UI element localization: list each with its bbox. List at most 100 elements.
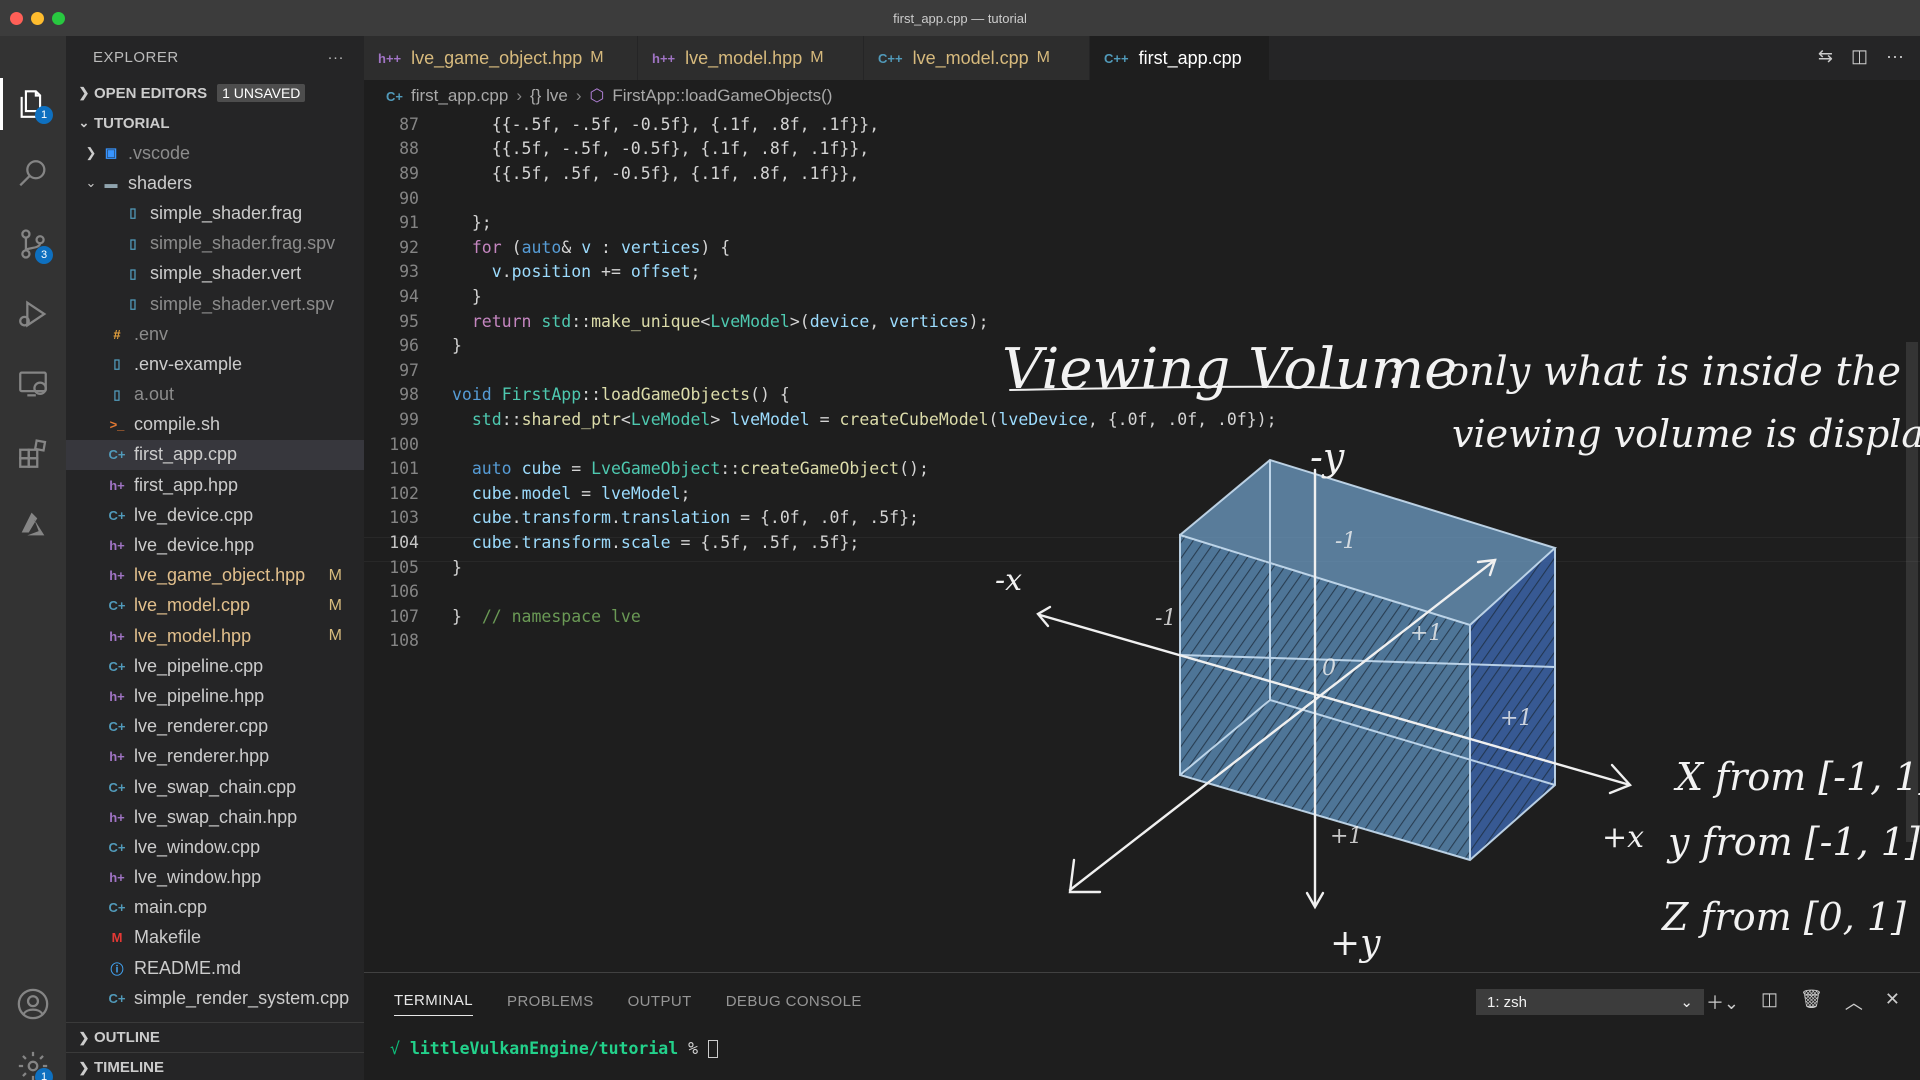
tab-lve-model-cpp[interactable]: C++ lve_model.cpp M: [864, 36, 1090, 80]
terminal-select-value: 1: zsh: [1487, 993, 1528, 1011]
tree-file[interactable]: ▯ simple_shader.frag: [66, 198, 364, 228]
tree-file[interactable]: >_ compile.sh: [66, 410, 364, 440]
tree-file-modified[interactable]: C+ lve_model.cpp M: [66, 591, 364, 621]
scrollbar-thumb[interactable]: [1906, 342, 1918, 842]
tree-folder-vscode[interactable]: ❯ ▣ .vscode: [66, 138, 364, 168]
tree-file[interactable]: C+ lve_renderer.cpp: [66, 712, 364, 742]
open-changes-icon[interactable]: ⇆: [1818, 46, 1833, 67]
tree-file[interactable]: h+ lve_device.hpp: [66, 530, 364, 560]
code-line[interactable]: 104 cube.transform.scale = {.5f, .5f, .5…: [364, 530, 859, 555]
new-terminal-icon[interactable]: ＋⌄: [1706, 989, 1739, 1015]
tab-first-app-cpp[interactable]: C++ first_app.cpp: [1090, 36, 1270, 80]
remote-explorer-icon[interactable]: [13, 364, 53, 404]
code-line[interactable]: 99 std::shared_ptr<LveModel> lveModel = …: [364, 407, 1276, 432]
tree-item-label: shaders: [128, 172, 193, 193]
maximize-panel-icon[interactable]: ︿: [1845, 989, 1863, 1015]
terminal-select[interactable]: 1: zsh ⌄: [1476, 989, 1704, 1015]
tree-file[interactable]: h+ lve_window.hpp: [66, 863, 364, 893]
tab-debug-console[interactable]: DEBUG CONSOLE: [726, 993, 862, 1010]
account-icon[interactable]: [13, 984, 53, 1024]
split-terminal-icon[interactable]: ◫: [1761, 989, 1778, 1015]
code-line[interactable]: 92 for (auto& v : vertices) {: [364, 235, 730, 260]
minimize-window-button[interactable]: [31, 12, 44, 25]
tree-item-label: .env-example: [134, 353, 243, 374]
terminal-prompt[interactable]: √ littleVulkanEngine/tutorial %: [390, 1039, 719, 1058]
code-line[interactable]: 94 }: [364, 284, 482, 309]
tree-file[interactable]: C+ lve_pipeline.cpp: [66, 651, 364, 681]
code-editor[interactable]: 87 {{-.5f, -.5f, -0.5f}, {.1f, .8f, .1f}…: [364, 112, 1920, 972]
code-line[interactable]: 97: [364, 358, 419, 383]
tree-file[interactable]: # .env: [66, 319, 364, 349]
prompt-check: √: [390, 1039, 400, 1058]
outline-section[interactable]: ❯ OUTLINE: [66, 1022, 364, 1052]
tree-file[interactable]: C+ main.cpp: [66, 893, 364, 923]
breadcrumb-file[interactable]: first_app.cpp: [411, 86, 508, 106]
tree-file-selected[interactable]: C+ first_app.cpp: [66, 439, 364, 471]
tree-file[interactable]: h+ lve_pipeline.hpp: [66, 681, 364, 711]
tree-file[interactable]: M Makefile: [66, 923, 364, 953]
code-line[interactable]: 96}: [364, 333, 462, 358]
code-line[interactable]: 105}: [364, 555, 462, 580]
extensions-icon[interactable]: [13, 434, 53, 474]
code-line[interactable]: 91 };: [364, 210, 492, 235]
breadcrumb-symbol[interactable]: FirstApp::loadGameObjects(): [612, 86, 832, 106]
run-debug-icon[interactable]: [13, 294, 53, 334]
tree-item-label: first_app.hpp: [134, 474, 239, 495]
code-line[interactable]: 100: [364, 432, 419, 457]
tree-file[interactable]: ▯ a.out: [66, 380, 364, 410]
tab-output[interactable]: OUTPUT: [628, 993, 692, 1010]
split-editor-icon[interactable]: ◫: [1851, 46, 1868, 67]
explorer-icon[interactable]: 1: [13, 84, 53, 124]
code-line[interactable]: 88 {{.5f, -.5f, -0.5f}, {.1f, .8f, .1f}}…: [364, 137, 869, 162]
code-line[interactable]: 90: [364, 186, 419, 211]
tree-file[interactable]: h+ lve_swap_chain.hpp: [66, 802, 364, 832]
tree-folder-shaders[interactable]: ⌄ ▬ shaders: [66, 168, 364, 198]
tree-file[interactable]: ▯ simple_shader.vert: [66, 259, 364, 289]
code-line[interactable]: 87 {{-.5f, -.5f, -0.5f}, {.1f, .8f, .1f}…: [364, 112, 879, 137]
open-editors-section[interactable]: ❯ OPEN EDITORS 1 UNSAVED: [66, 78, 364, 108]
trash-icon[interactable]: 🗑: [1800, 989, 1823, 1015]
timeline-section[interactable]: ❯ TIMELINE: [66, 1052, 364, 1080]
maximize-window-button[interactable]: [52, 12, 65, 25]
code-line[interactable]: 103 cube.transform.translation = {.0f, .…: [364, 506, 919, 531]
editor-scrollbar[interactable]: [1906, 112, 1920, 972]
tab-lve-game-object-hpp[interactable]: h++ lve_game_object.hpp M: [364, 36, 638, 80]
close-window-button[interactable]: [10, 12, 23, 25]
tab-terminal[interactable]: TERMINAL: [394, 992, 474, 1016]
line-number: 106: [389, 582, 419, 602]
tree-file[interactable]: C+ simple_render_system.cpp: [66, 983, 364, 1013]
tree-file[interactable]: ▯ simple_shader.frag.spv: [66, 229, 364, 259]
workspace-section[interactable]: ⌄ TUTORIAL: [66, 108, 364, 138]
code-line[interactable]: 106: [364, 579, 419, 604]
tree-file[interactable]: C+ lve_swap_chain.cpp: [66, 772, 364, 802]
tree-file[interactable]: C+ lve_window.cpp: [66, 832, 364, 862]
tree-file[interactable]: ▯ .env-example: [66, 349, 364, 379]
code-line[interactable]: 93 v.position += offset;: [364, 260, 700, 285]
settings-gear-icon[interactable]: 1: [13, 1046, 53, 1080]
code-line[interactable]: 98 void FirstApp::loadGameObjects() {: [364, 383, 790, 408]
code-line[interactable]: 95 return std::make_unique<LveModel>(dev…: [364, 309, 988, 334]
tree-file[interactable]: h+ first_app.hpp: [66, 470, 364, 500]
tree-file[interactable]: C+ lve_device.cpp: [66, 500, 364, 530]
search-icon[interactable]: [13, 154, 53, 194]
vscode-folder-icon: ▣: [104, 145, 118, 161]
code-line[interactable]: 102 cube.model = lveModel;: [364, 481, 690, 506]
breadcrumb-namespace[interactable]: {} lve: [530, 86, 568, 106]
close-panel-icon[interactable]: ✕: [1885, 989, 1900, 1015]
explorer-more-button[interactable]: ···: [328, 49, 345, 66]
tree-file[interactable]: ⓘ README.md: [66, 953, 364, 983]
code-line[interactable]: 107} // namespace lve: [364, 604, 641, 629]
tree-file-modified[interactable]: h+ lve_model.hpp M: [66, 621, 364, 651]
tree-file[interactable]: h+ lve_renderer.hpp: [66, 742, 364, 772]
source-control-icon[interactable]: 3: [13, 224, 53, 264]
azure-icon[interactable]: [13, 504, 53, 544]
tree-file-modified[interactable]: h+ lve_game_object.hpp M: [66, 561, 364, 591]
info-icon: ⓘ: [110, 961, 124, 977]
code-line[interactable]: 101 auto cube = LveGameObject::createGam…: [364, 456, 929, 481]
tree-file[interactable]: ▯ simple_shader.vert.spv: [66, 289, 364, 319]
code-line[interactable]: 89 {{.5f, .5f, -0.5f}, {.1f, .8f, .1f}},: [364, 161, 859, 186]
code-line[interactable]: 108: [364, 629, 419, 654]
more-actions-icon[interactable]: ···: [1886, 46, 1904, 67]
tab-lve-model-hpp[interactable]: h++ lve_model.hpp M: [638, 36, 864, 80]
tab-problems[interactable]: PROBLEMS: [507, 993, 594, 1010]
